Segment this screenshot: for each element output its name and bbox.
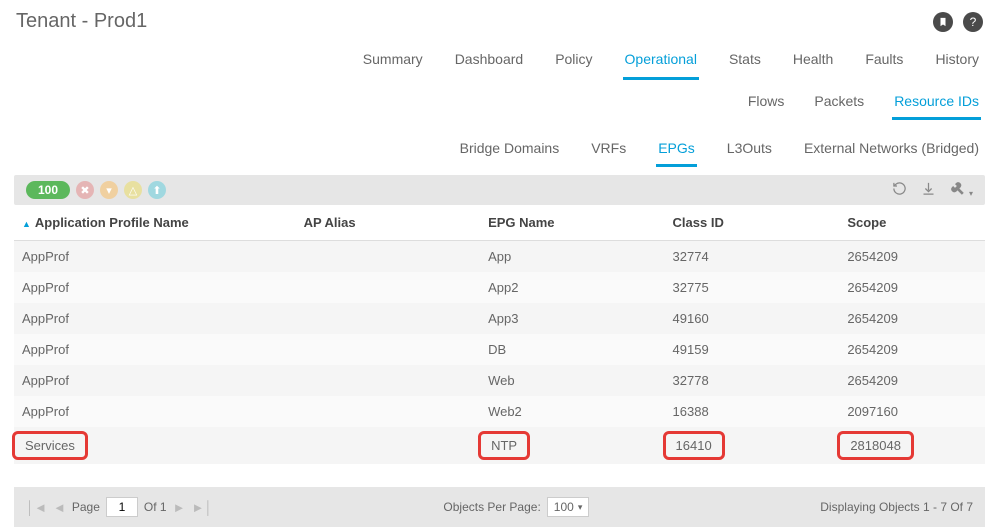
pager-next-icon[interactable]: ► [173,500,186,515]
cell-ap-name: AppProf [14,241,296,273]
chevron-down-icon: ▾ [578,502,583,513]
column-header[interactable]: Scope [839,205,985,241]
tab-stats[interactable]: Stats [727,45,763,80]
cell-ap-alias [296,241,480,273]
cell-class-id: 32775 [665,272,840,303]
cell-epg-name: NTP [480,427,664,464]
cell-class-id: 32778 [665,365,840,396]
objects-per-page-select[interactable]: 100 ▾ [547,497,590,517]
cell-class-id: 49160 [665,303,840,334]
cell-ap-name: AppProf [14,365,296,396]
cell-ap-name: Services [14,427,296,464]
bookmark-icon[interactable] [933,12,953,32]
page-title: Tenant - Prod1 [16,10,147,33]
column-header[interactable]: ▲Application Profile Name [14,205,296,241]
cell-ap-alias [296,272,480,303]
table-row[interactable]: Services NTP164102818048 [14,427,985,464]
cell-ap-alias [296,396,480,427]
action-bar: 100 ✖ ▾ △ ⬆ ▾ [14,175,985,205]
cell-ap-alias [296,365,480,396]
data-table: ▲Application Profile NameAP AliasEPG Nam… [14,205,985,464]
cell-ap-name: AppProf [14,303,296,334]
tab-l3outs[interactable]: L3Outs [725,138,774,167]
cell-scope: 2654209 [839,241,985,273]
cell-ap-alias [296,303,480,334]
tab-vrfs[interactable]: VRFs [589,138,628,167]
table-row[interactable]: AppProf Web2163882097160 [14,396,985,427]
tab-operational[interactable]: Operational [623,45,699,80]
tab-faults[interactable]: Faults [863,45,905,80]
tabs-tertiary: Bridge Domains VRFs EPGs L3Outs External Net… [0,128,999,175]
tab-dashboard[interactable]: Dashboard [453,45,526,80]
tab-health[interactable]: Health [791,45,835,80]
table-row[interactable]: AppProf App327742654209 [14,241,985,273]
table-row[interactable]: AppProf App2327752654209 [14,272,985,303]
cell-epg-name: App2 [480,272,664,303]
objects-per-page: Objects Per Page: 100 ▾ [443,497,589,517]
tabs-primary: Summary Dashboard Policy Operational Stats He… [0,37,999,81]
cell-epg-name: App [480,241,664,273]
cell-class-id: 32774 [665,241,840,273]
refresh-icon[interactable] [892,181,907,199]
pager: │◄ ◄ Page Of 1 ► ►│ [26,497,212,517]
download-icon[interactable] [921,181,936,199]
column-header[interactable]: Class ID [665,205,840,241]
tab-external-networks-bridged-[interactable]: External Networks (Bridged) [802,138,981,167]
table-row[interactable]: AppProf DB491592654209 [14,334,985,365]
tabs-secondary: Flows Packets Resource IDs [0,81,999,128]
cell-class-id: 16388 [665,396,840,427]
help-icon[interactable]: ? [963,12,983,32]
footer-summary: Displaying Objects 1 - 7 Of 7 [820,500,973,514]
pager-prev-icon[interactable]: ◄ [53,500,66,515]
tab-history[interactable]: History [933,45,981,80]
table-row[interactable]: AppProf App3491602654209 [14,303,985,334]
cell-scope: 2097160 [839,396,985,427]
cell-epg-name: Web [480,365,664,396]
cell-ap-name: AppProf [14,334,296,365]
column-header[interactable]: AP Alias [296,205,480,241]
tab-resource-ids[interactable]: Resource IDs [892,91,981,120]
cell-class-id: 49159 [665,334,840,365]
table-row[interactable]: AppProf Web327782654209 [14,365,985,396]
sort-asc-icon: ▲ [22,219,31,229]
fault-warning-icon[interactable]: ⬆ [148,181,166,199]
cell-ap-alias [296,427,480,464]
tab-packets[interactable]: Packets [812,91,866,120]
cell-ap-alias [296,334,480,365]
fault-major-icon[interactable]: ▾ [100,181,118,199]
tab-summary[interactable]: Summary [361,45,425,80]
cell-scope: 2654209 [839,365,985,396]
pager-last-icon[interactable]: ►│ [191,500,212,515]
column-header[interactable]: EPG Name [480,205,664,241]
pager-page-input[interactable] [106,497,138,517]
tab-flows[interactable]: Flows [746,91,787,120]
cell-scope: 2654209 [839,334,985,365]
cell-epg-name: App3 [480,303,664,334]
tools-icon[interactable]: ▾ [950,181,973,199]
health-badge[interactable]: 100 [26,181,70,199]
cell-epg-name: DB [480,334,664,365]
cell-scope: 2818048 [839,427,985,464]
tab-policy[interactable]: Policy [553,45,594,80]
cell-ap-name: AppProf [14,272,296,303]
cell-epg-name: Web2 [480,396,664,427]
pager-of-label: Of 1 [144,500,167,514]
pager-first-icon[interactable]: │◄ [26,500,47,515]
cell-scope: 2654209 [839,303,985,334]
fault-critical-icon[interactable]: ✖ [76,181,94,199]
pager-page-label: Page [72,500,100,514]
cell-class-id: 16410 [665,427,840,464]
footer-bar: │◄ ◄ Page Of 1 ► ►│ Objects Per Page: 10… [14,487,985,527]
objects-per-page-label: Objects Per Page: [443,500,540,514]
cell-ap-name: AppProf [14,396,296,427]
fault-minor-icon[interactable]: △ [124,181,142,199]
tab-bridge-domains[interactable]: Bridge Domains [458,138,562,167]
cell-scope: 2654209 [839,272,985,303]
tab-epgs[interactable]: EPGs [656,138,697,167]
